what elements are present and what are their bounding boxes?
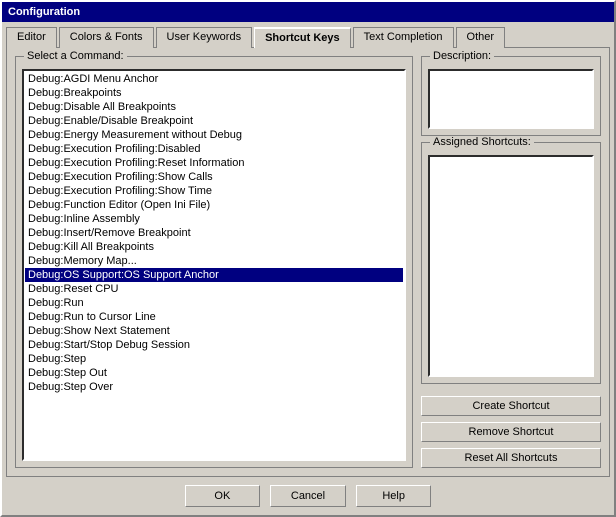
list-item[interactable]: Debug:Show Next Statement <box>25 324 403 338</box>
cancel-button[interactable]: Cancel <box>270 485 346 507</box>
title-bar: Configuration <box>2 2 614 22</box>
description-textarea[interactable] <box>428 69 594 129</box>
configuration-window: Configuration Editor Colors & Fonts User… <box>0 0 616 517</box>
list-item[interactable]: Debug:Execution Profiling:Show Calls <box>25 170 403 184</box>
list-item[interactable]: Debug:Breakpoints <box>25 86 403 100</box>
tab-shortcut-keys[interactable]: Shortcut Keys <box>254 27 351 48</box>
title-text: Configuration <box>8 6 80 18</box>
shortcut-buttons-panel: Create Shortcut Remove Shortcut Reset Al… <box>421 396 601 468</box>
help-button[interactable]: Help <box>356 485 431 507</box>
list-item[interactable]: Debug:Energy Measurement without Debug <box>25 128 403 142</box>
tab-other[interactable]: Other <box>456 27 506 48</box>
tab-text-completion[interactable]: Text Completion <box>353 27 454 48</box>
list-item[interactable]: Debug:Memory Map... <box>25 254 403 268</box>
right-panel: Description: Assigned Shortcuts: Create … <box>421 56 601 468</box>
tab-editor[interactable]: Editor <box>6 27 57 48</box>
command-list[interactable]: Debug:AGDI Menu AnchorDebug:BreakpointsD… <box>22 69 406 461</box>
list-item[interactable]: Debug:Insert/Remove Breakpoint <box>25 226 403 240</box>
list-item[interactable]: Debug:OS Support:OS Support Anchor <box>25 268 403 282</box>
remove-shortcut-button[interactable]: Remove Shortcut <box>421 422 601 442</box>
ok-button[interactable]: OK <box>185 485 260 507</box>
list-item[interactable]: Debug:Execution Profiling:Show Time <box>25 184 403 198</box>
list-item[interactable]: Debug:Run <box>25 296 403 310</box>
list-item[interactable]: Debug:Execution Profiling:Disabled <box>25 142 403 156</box>
list-item[interactable]: Debug:Step Over <box>25 380 403 394</box>
description-label: Description: <box>430 50 494 62</box>
tab-content-area: Select a Command: Debug:AGDI Menu Anchor… <box>6 47 610 477</box>
list-item[interactable]: Debug:AGDI Menu Anchor <box>25 72 403 86</box>
select-command-group: Select a Command: Debug:AGDI Menu Anchor… <box>15 56 413 468</box>
assigned-shortcuts-group: Assigned Shortcuts: <box>421 142 601 384</box>
tab-user-keywords[interactable]: User Keywords <box>156 27 253 48</box>
select-command-label: Select a Command: <box>24 50 127 62</box>
list-item[interactable]: Debug:Enable/Disable Breakpoint <box>25 114 403 128</box>
list-item[interactable]: Debug:Kill All Breakpoints <box>25 240 403 254</box>
list-item[interactable]: Debug:Inline Assembly <box>25 212 403 226</box>
tab-colors-fonts[interactable]: Colors & Fonts <box>59 27 154 48</box>
left-panel: Select a Command: Debug:AGDI Menu Anchor… <box>15 56 413 468</box>
list-item[interactable]: Debug:Function Editor (Open Ini File) <box>25 198 403 212</box>
assigned-shortcuts-label: Assigned Shortcuts: <box>430 136 534 148</box>
list-item[interactable]: Debug:Start/Stop Debug Session <box>25 338 403 352</box>
tab-inner: Select a Command: Debug:AGDI Menu Anchor… <box>15 56 601 468</box>
list-item[interactable]: Debug:Reset CPU <box>25 282 403 296</box>
list-item[interactable]: Debug:Run to Cursor Line <box>25 310 403 324</box>
assigned-shortcuts-textarea[interactable] <box>428 155 594 377</box>
list-item[interactable]: Debug:Execution Profiling:Reset Informat… <box>25 156 403 170</box>
reset-shortcuts-button[interactable]: Reset All Shortcuts <box>421 448 601 468</box>
list-item[interactable]: Debug:Disable All Breakpoints <box>25 100 403 114</box>
list-item[interactable]: Debug:Step Out <box>25 366 403 380</box>
bottom-bar: OK Cancel Help <box>2 477 614 515</box>
tabs-bar: Editor Colors & Fonts User Keywords Shor… <box>2 22 614 47</box>
description-group: Description: <box>421 56 601 136</box>
create-shortcut-button[interactable]: Create Shortcut <box>421 396 601 416</box>
list-item[interactable]: Debug:Step <box>25 352 403 366</box>
